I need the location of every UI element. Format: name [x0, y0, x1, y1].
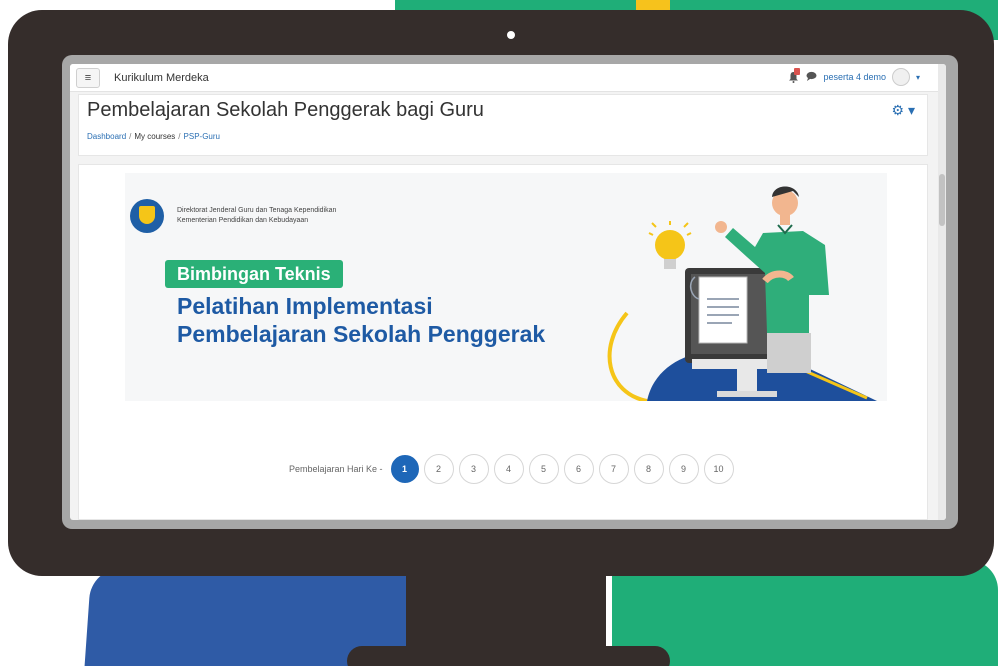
monitor-camera	[507, 31, 515, 39]
scrollbar-thumb[interactable]	[939, 174, 945, 226]
ministry-logo	[130, 199, 164, 233]
page-button-2[interactable]: 2	[423, 454, 454, 484]
org-line-1: Direktorat Jenderal Guru dan Tenaga Kepe…	[177, 207, 337, 214]
monitor-stand-base	[347, 646, 670, 666]
user-name[interactable]: peserta 4 demo	[823, 72, 886, 82]
bell-icon[interactable]	[788, 68, 801, 83]
org-line-2: Kementerian Pendidikan dan Kebudayaan	[177, 217, 309, 224]
page-button-3[interactable]: 3	[458, 454, 489, 484]
page-button-1[interactable]: 1	[390, 455, 419, 483]
hamburger-icon[interactable]: ≡	[76, 67, 100, 88]
page-button-6[interactable]: 6	[563, 454, 594, 484]
notification-badge	[794, 68, 801, 75]
logo-emblem	[139, 206, 155, 224]
breadcrumb: Dashboard / My courses / PSP-Guru	[87, 132, 220, 141]
course-banner: Direktorat Jenderal Guru dan Tenaga Kepe…	[125, 173, 887, 401]
banner-tag: Bimbingan Teknis	[165, 260, 343, 288]
page-button-9[interactable]: 9	[668, 454, 699, 484]
breadcrumb-psp-guru[interactable]: PSP-Guru	[184, 132, 220, 141]
page-button-7[interactable]: 7	[598, 454, 629, 484]
chat-icon[interactable]	[806, 71, 817, 84]
headline-line-2: Pembelajaran Sekolah Penggerak	[177, 321, 546, 347]
course-content: Direktorat Jenderal Guru dan Tenaga Kepe…	[78, 164, 928, 520]
gear-icon[interactable]: ⚙ ▾	[892, 102, 915, 119]
breadcrumb-dashboard[interactable]: Dashboard	[87, 132, 126, 141]
avatar[interactable]	[891, 68, 910, 86]
breadcrumb-my-courses[interactable]: My courses	[134, 132, 175, 141]
vertical-scrollbar[interactable]	[938, 64, 946, 520]
teacher-illustration	[607, 186, 877, 401]
site-name[interactable]: Kurikulum Merdeka	[114, 72, 209, 84]
pager-label: Pembelajaran Hari Ke -	[289, 464, 383, 474]
headline-line-1: Pelatihan Implementasi	[177, 293, 433, 319]
page-title: Pembelajaran Sekolah Penggerak bagi Guru	[87, 99, 484, 121]
top-navbar: ≡ Kurikulum Merdeka peserta 4 demo ▾	[70, 64, 938, 92]
breadcrumb-separator: /	[178, 132, 181, 141]
page-header: Pembelajaran Sekolah Penggerak bagi Guru…	[78, 94, 928, 156]
breadcrumb-separator: /	[129, 132, 132, 141]
banner-headline: Pelatihan Implementasi Pembelajaran Seko…	[177, 292, 545, 348]
chevron-down-icon[interactable]: ▾	[916, 73, 920, 82]
monitor-stand	[406, 575, 606, 655]
page-button-5[interactable]: 5	[528, 454, 559, 484]
page-button-8[interactable]: 8	[633, 454, 664, 484]
page-button-10[interactable]: 10	[703, 454, 734, 484]
organization-name: Direktorat Jenderal Guru dan Tenaga Kepe…	[177, 206, 336, 226]
user-menu-area: peserta 4 demo ▾	[788, 68, 920, 86]
page-button-4[interactable]: 4	[493, 454, 524, 484]
browser-screen: ≡ Kurikulum Merdeka peserta 4 demo ▾ Pem…	[70, 64, 946, 520]
day-pager: Pembelajaran Hari Ke - 1 2 3 4 5 6 7 8 9…	[289, 454, 734, 484]
